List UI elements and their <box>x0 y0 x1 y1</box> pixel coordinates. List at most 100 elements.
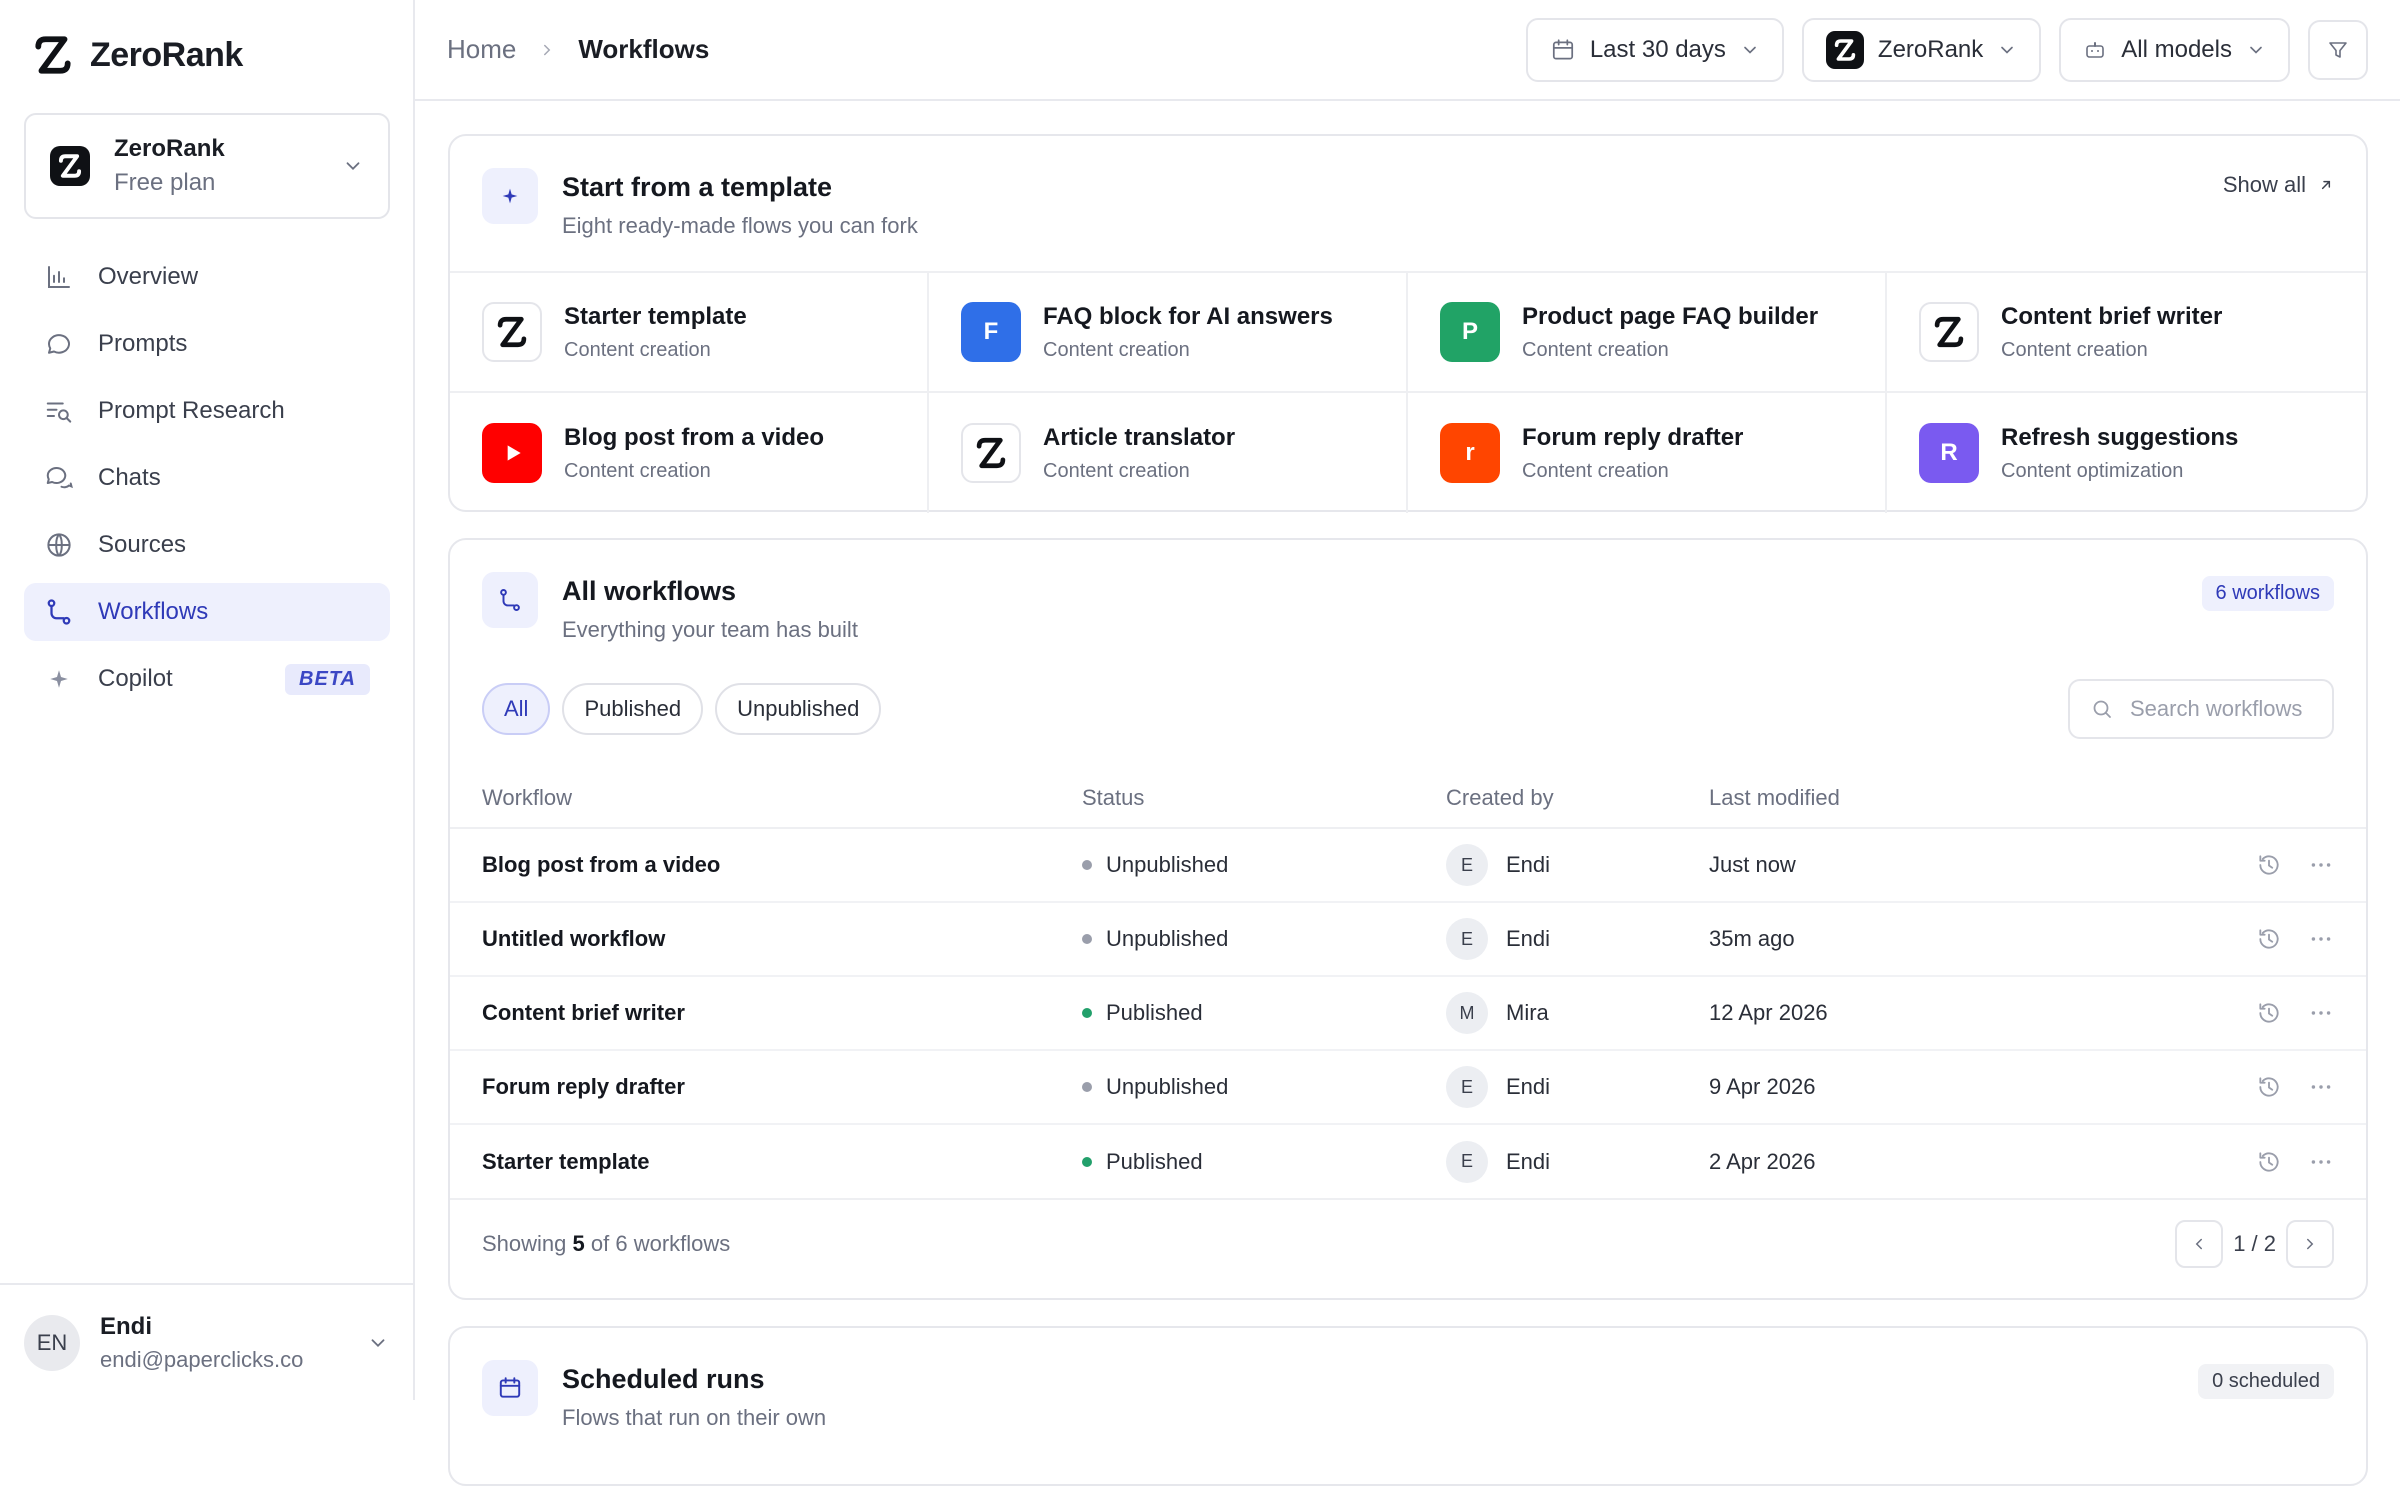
template-category: Content creation <box>1043 459 1190 482</box>
template-card[interactable]: Blog post from a video Content creation <box>450 393 929 513</box>
template-name: Forum reply drafter <box>1522 423 1744 451</box>
sidebar-item-overview[interactable]: Overview <box>24 248 390 306</box>
page-indicator: 1 / 2 <box>2233 1231 2276 1256</box>
sidebar-item-copilot[interactable]: Copilot BETA <box>24 650 390 708</box>
chevron-right-icon <box>544 44 551 55</box>
template-card[interactable]: r Forum reply drafter Content creation <box>1408 393 1887 513</box>
more-icon[interactable] <box>2308 1000 2334 1026</box>
creator-name: Endi <box>1506 1148 1551 1174</box>
table-footer: Showing 5 of 6 workflows 1 / 2 <box>450 1198 2366 1298</box>
history-icon[interactable] <box>2256 852 2282 878</box>
template-category: Content creation <box>564 459 711 482</box>
column-header[interactable]: Status <box>1082 785 1446 829</box>
beta-badge: BETA <box>285 663 370 695</box>
sidebar-item-sources[interactable]: Sources <box>24 516 390 574</box>
template-name: Refresh suggestions <box>2001 423 2239 451</box>
more-icon[interactable] <box>2308 926 2334 952</box>
table-row[interactable]: Content brief writer Published M Mira 12 … <box>450 976 2366 1051</box>
filter-unpublished[interactable]: Unpublished <box>715 683 882 735</box>
models-select[interactable]: All models <box>2059 17 2290 82</box>
history-icon[interactable] <box>2256 1149 2282 1175</box>
template-name: Blog post from a video <box>564 423 825 451</box>
status-label: Unpublished <box>1106 852 1229 877</box>
sidebar-item-label: Copilot <box>98 665 173 692</box>
org-switcher[interactable]: ZeroRank Free plan <box>24 113 390 219</box>
chevron-down-icon <box>371 1338 385 1347</box>
status-label: Unpublished <box>1106 1074 1229 1099</box>
scheduled-count-badge: 0 scheduled <box>2198 1364 2334 1399</box>
column-header[interactable]: Workflow <box>450 785 1082 829</box>
chevron-down-icon <box>346 162 360 171</box>
sidebar-item-workflows[interactable]: Workflows <box>24 583 390 641</box>
calendar-icon <box>1552 38 1573 60</box>
creator-name: Endi <box>1506 926 1551 951</box>
zerorank-logo-icon <box>482 302 542 362</box>
workflow-name[interactable]: Untitled workflow <box>482 926 665 951</box>
workflow-name[interactable]: Starter template <box>482 1149 650 1174</box>
status-badge: Unpublished <box>1082 852 1446 878</box>
sidebar-item-label: Prompts <box>98 330 188 357</box>
column-header[interactable]: Last modified <box>1709 785 2189 829</box>
zerorank-logo-icon <box>1834 38 1856 61</box>
more-icon[interactable] <box>2308 1074 2334 1100</box>
workflows-table: Workflow Status Created by Last modified… <box>450 785 2366 1198</box>
history-icon[interactable] <box>2256 926 2282 952</box>
template-card[interactable]: Starter template Content creation <box>450 273 929 393</box>
filter-published[interactable]: Published <box>562 683 704 735</box>
history-icon[interactable] <box>2256 1074 2282 1100</box>
user-menu[interactable]: EN Endi endi@paperclicks.co <box>0 1283 413 1400</box>
workflows-title: All workflows <box>562 576 737 606</box>
status-dot <box>1082 1008 1092 1018</box>
route-icon <box>47 599 71 625</box>
sidebar: ZeroRank ZeroRank Free plan Overview Pro… <box>0 0 415 1400</box>
column-header[interactable]: Created by <box>1446 785 1709 829</box>
template-category: Content creation <box>1043 338 1190 361</box>
breadcrumb-home[interactable]: Home <box>447 34 516 65</box>
count-badge: 6 workflows <box>2201 576 2334 611</box>
template-grid: Starter template Content creation F FAQ b… <box>450 271 2366 513</box>
main-content: Start from a template Eight ready-made f… <box>448 134 2368 1486</box>
avatar: EN <box>24 1314 80 1371</box>
template-name: Starter template <box>564 302 747 330</box>
date-range-select[interactable]: Last 30 days <box>1525 17 1784 82</box>
show-all-link[interactable]: Show all <box>2223 172 2334 198</box>
template-name: Content brief writer <box>2001 302 2223 330</box>
filter-chips: All Published Unpublished Search workflo… <box>450 679 2366 739</box>
template-name: FAQ block for AI answers <box>1043 302 1333 330</box>
next-page-button[interactable] <box>2286 1220 2334 1268</box>
sidebar-item-chats[interactable]: Chats <box>24 449 390 507</box>
brand[interactable]: ZeroRank <box>32 34 243 76</box>
more-icon[interactable] <box>2308 1149 2334 1175</box>
table-row[interactable]: Blog post from a video Unpublished E Endi… <box>450 828 2366 903</box>
table-row[interactable]: Untitled workflow Unpublished E Endi 35m … <box>450 902 2366 977</box>
more-icon[interactable] <box>2308 852 2334 878</box>
sidebar-item-label: Chats <box>98 464 161 491</box>
last-modified: Just now <box>1709 852 1796 877</box>
avatar: E <box>1446 1140 1488 1183</box>
sidebar-item-label: Sources <box>98 531 187 558</box>
search-input[interactable]: Search workflows <box>2068 679 2334 739</box>
workflow-name[interactable]: Content brief writer <box>482 1000 685 1025</box>
table-row[interactable]: Forum reply drafter Unpublished E Endi 9 … <box>450 1050 2366 1125</box>
prev-page-button[interactable] <box>2175 1220 2224 1268</box>
template-card[interactable]: F FAQ block for AI answers Content creati… <box>929 273 1408 393</box>
template-card[interactable]: Article translator Content creation <box>929 393 1408 513</box>
workflow-name[interactable]: Forum reply drafter <box>482 1074 685 1099</box>
org-select[interactable]: ZeroRank <box>1801 17 2042 82</box>
status-label: Unpublished <box>1106 926 1229 951</box>
last-modified: 12 Apr 2026 <box>1709 1000 1828 1025</box>
filter-all[interactable]: All <box>482 683 551 735</box>
template-card[interactable]: R Refresh suggestions Content optimizatio… <box>1887 393 2366 513</box>
workflow-name[interactable]: Blog post from a video <box>482 852 720 877</box>
breadcrumb-current: Workflows <box>578 34 710 64</box>
table-row[interactable]: Starter template Published E Endi 2 Apr 2… <box>450 1124 2366 1198</box>
date-range-label: Last 30 days <box>1589 35 1726 63</box>
history-icon[interactable] <box>2256 1000 2282 1026</box>
template-card[interactable]: Content brief writer Content creation <box>1887 273 2366 393</box>
sidebar-item-prompt-research[interactable]: Prompt Research <box>24 382 390 440</box>
status-label: Published <box>1106 1000 1203 1025</box>
template-card[interactable]: P Product page FAQ builder Content creati… <box>1408 273 1887 393</box>
sidebar-item-prompts[interactable]: Prompts <box>24 315 390 373</box>
workflows-card: All workflows Everything your team has b… <box>448 538 2368 1300</box>
filter-button[interactable] <box>2308 19 2368 80</box>
